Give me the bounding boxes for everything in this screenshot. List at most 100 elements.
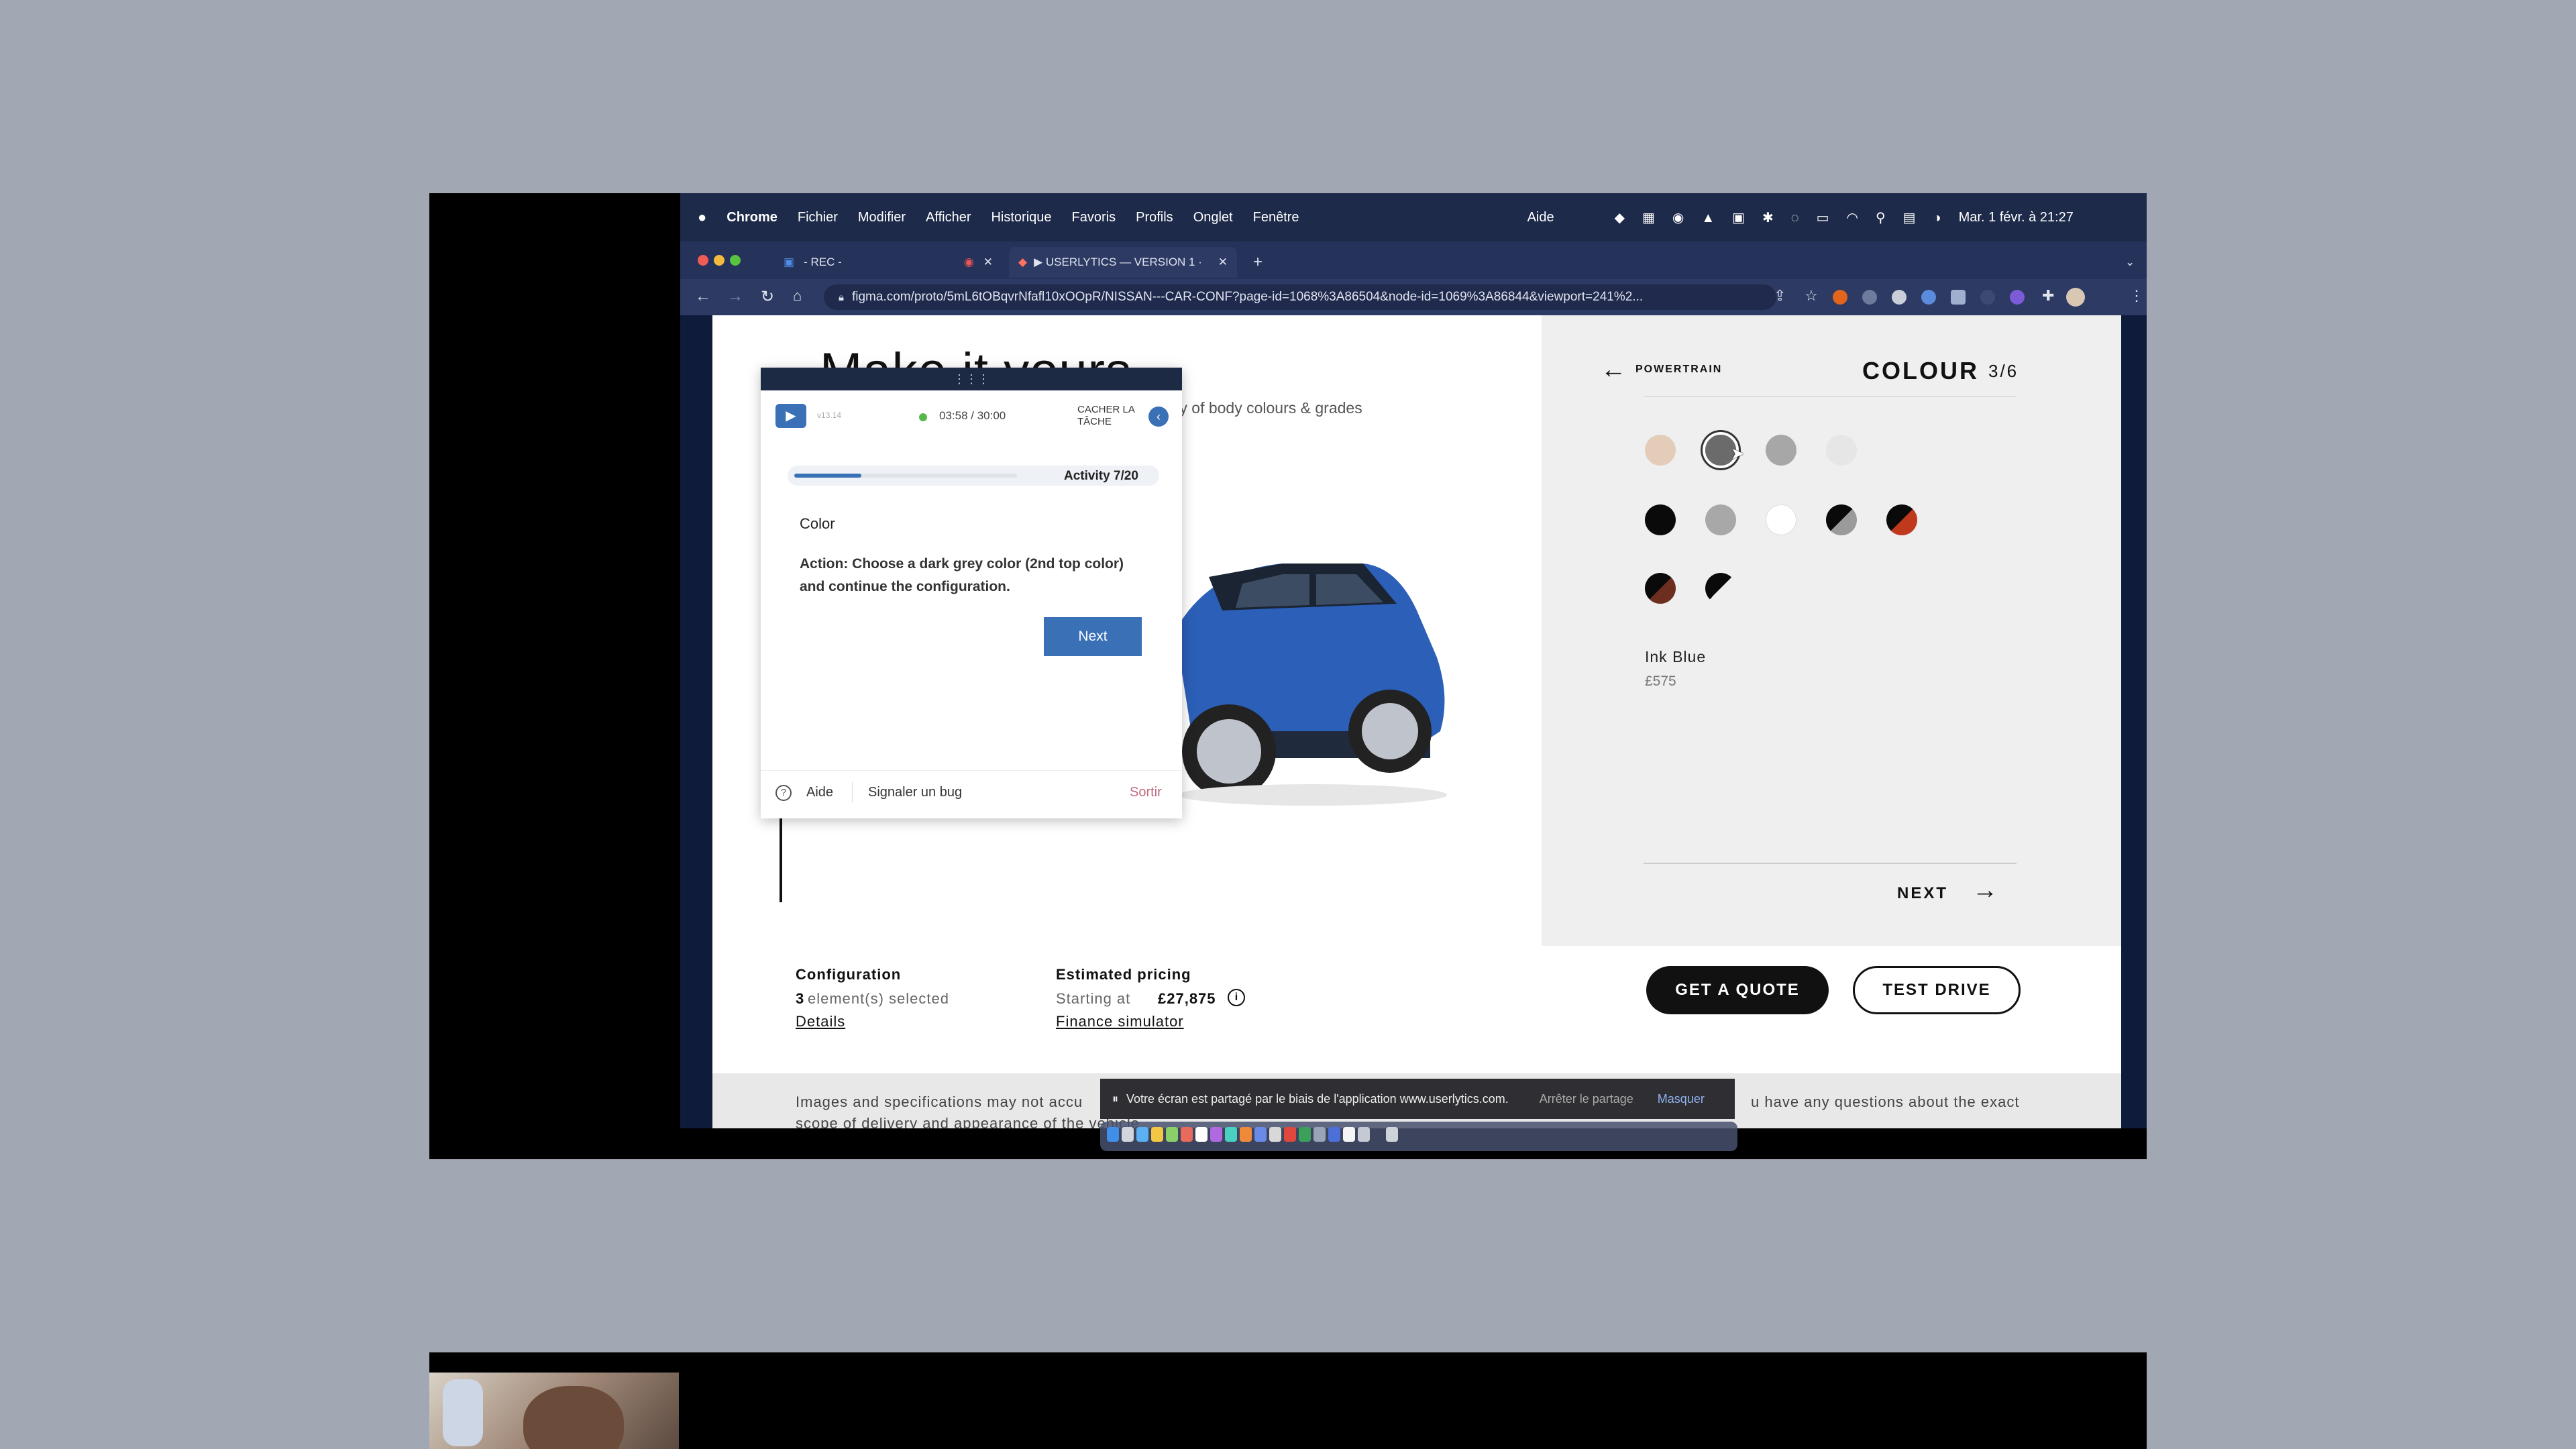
colour-swatch-white[interactable]	[1766, 504, 1796, 535]
puzzle-icon[interactable]: ✚	[2042, 287, 2054, 305]
extension-icon[interactable]	[1862, 290, 1877, 305]
back-arrow-icon[interactable]: ←	[1601, 356, 1626, 384]
task-panel: ⋮⋮⋮ ▶ v13.14 03:58 / 30:00 CACHER LA TÂC…	[761, 368, 1182, 818]
forward-icon[interactable]: →	[727, 287, 743, 306]
star-icon[interactable]: ☆	[1805, 287, 1818, 305]
colour-swatch-copper-black-two-tone[interactable]	[1645, 573, 1676, 604]
pricing-heading: Estimated pricing	[1056, 966, 1191, 983]
dock-app-icon[interactable]	[1343, 1127, 1355, 1142]
extension-icon[interactable]	[1980, 290, 1995, 305]
menu-fenetre[interactable]: Fenêtre	[1253, 210, 1299, 225]
home-icon[interactable]: ⌂	[793, 287, 802, 305]
menu-app-name[interactable]: Chrome	[727, 210, 777, 225]
get-a-quote-button[interactable]: GET A QUOTE	[1646, 966, 1829, 1014]
dock-app-icon[interactable]	[1136, 1127, 1148, 1142]
arrow-right-icon[interactable]: →	[1972, 876, 1998, 905]
dock-app-icon[interactable]	[1328, 1127, 1340, 1142]
extension-icon[interactable]	[1951, 290, 1966, 305]
extension-icon[interactable]	[1921, 290, 1936, 305]
menu-afficher[interactable]: Afficher	[926, 210, 971, 225]
dock-app-icon[interactable]	[1210, 1127, 1222, 1142]
tab-userlytics[interactable]: ◆ ▶ USERLYTICS — VERSION 1 · ✕	[1009, 247, 1237, 278]
trash-icon[interactable]	[1386, 1127, 1398, 1142]
dock-app-icon[interactable]	[1195, 1127, 1208, 1142]
exit-link[interactable]: Sortir	[1130, 785, 1162, 800]
colour-swatch-grey-black-two-tone[interactable]	[1826, 504, 1857, 535]
info-icon[interactable]: i	[1228, 989, 1245, 1006]
tab-list-button[interactable]: ⌄	[2116, 247, 2144, 278]
finance-simulator-link[interactable]: Finance simulator	[1056, 1013, 1184, 1030]
dock-app-icon[interactable]	[1299, 1127, 1311, 1142]
menubar-datetime: Mar. 1 févr. à 21:27	[1958, 209, 2074, 225]
new-tab-button[interactable]: +	[1244, 247, 1272, 278]
config-count-suffix: element(s) selected	[808, 990, 949, 1007]
dock-app-icon[interactable]	[1358, 1127, 1370, 1142]
report-bug-link[interactable]: Signaler un bug	[868, 785, 962, 800]
task-next-button[interactable]: Next	[1044, 617, 1142, 656]
help-icon[interactable]: ?	[775, 785, 792, 801]
dock-app-icon[interactable]	[1166, 1127, 1178, 1142]
window-minimize-button[interactable]	[714, 255, 724, 266]
dock-app-icon[interactable]	[1225, 1127, 1237, 1142]
browser-tab-bar: ▣ - REC - ◉ ✕ ◆ ▶ USERLYTICS — VERSION 1…	[680, 241, 2147, 279]
menu-profils[interactable]: Profils	[1136, 210, 1173, 225]
colour-swatch-beige[interactable]	[1645, 435, 1676, 466]
hide-task-label-2[interactable]: TÂCHE	[1077, 416, 1112, 427]
profile-avatar[interactable]	[2066, 288, 2085, 307]
menu-historique[interactable]: Historique	[991, 210, 1051, 225]
drag-handle[interactable]: ⋮⋮⋮	[761, 368, 1182, 390]
more-menu-icon[interactable]: ⋮	[2129, 287, 2144, 305]
share-icon[interactable]: ⇪	[1774, 287, 1786, 305]
dock-app-icon[interactable]	[1254, 1127, 1267, 1142]
window-maximize-button[interactable]	[730, 255, 741, 266]
selected-colour-name: Ink Blue	[1645, 648, 1707, 665]
menu-fichier[interactable]: Fichier	[798, 210, 838, 225]
reload-icon[interactable]: ↻	[761, 287, 774, 307]
close-icon[interactable]: ✕	[1218, 256, 1228, 269]
colour-swatch-black[interactable]	[1645, 504, 1676, 535]
help-link[interactable]: Aide	[806, 785, 833, 800]
address-bar[interactable]: 🔒︎ figma.com/proto/5mL6tOBqvrNfafl10xOOp…	[824, 284, 1776, 310]
dock-app-icon[interactable]	[1122, 1127, 1134, 1142]
menu-favoris[interactable]: Favoris	[1072, 210, 1116, 225]
test-drive-button[interactable]: TEST DRIVE	[1853, 966, 2021, 1014]
version-label: v13.14	[817, 411, 842, 420]
collapse-icon[interactable]: ‹	[1148, 407, 1169, 427]
apple-icon[interactable]: ●	[698, 209, 706, 226]
play-icon[interactable]: ▶	[775, 404, 806, 428]
extension-icon[interactable]	[1892, 290, 1907, 305]
powertrain-back-link[interactable]: POWERTRAIN	[1635, 364, 1722, 376]
window-close-button[interactable]	[698, 255, 708, 266]
close-icon[interactable]: ✕	[983, 256, 993, 269]
colour-swatch-white-black-two-tone[interactable]	[1705, 573, 1736, 604]
dock-app-icon[interactable]	[1107, 1127, 1119, 1142]
disclaimer-text-right: u have any questions about the exact	[1751, 1093, 2020, 1110]
colour-swatch-red-black-two-tone[interactable]	[1886, 504, 1917, 535]
dock-app-icon[interactable]	[1284, 1127, 1296, 1142]
dock-app-icon[interactable]	[1240, 1127, 1252, 1142]
dock-app-icon[interactable]	[1269, 1127, 1281, 1142]
tab-rec[interactable]: ▣ - REC - ◉ ✕	[774, 247, 1002, 278]
url-text: figma.com/proto/5mL6tOBqvrNfafl10xOOpR/N…	[851, 290, 1644, 304]
stop-sharing-button[interactable]: Arrêter le partage	[1540, 1092, 1633, 1106]
colour-swatch-grey[interactable]	[1766, 435, 1796, 466]
back-icon[interactable]: ←	[695, 287, 711, 306]
config-count: 3	[796, 990, 804, 1007]
hide-share-bar-button[interactable]: Masquer	[1658, 1092, 1705, 1106]
menu-modifier[interactable]: Modifier	[858, 210, 906, 225]
dock-app-icon[interactable]	[1181, 1127, 1193, 1142]
colour-swatch-silver[interactable]	[1705, 504, 1736, 535]
webcam-feed-bottom	[429, 1373, 679, 1449]
hide-task-label-1[interactable]: CACHER LA	[1077, 404, 1135, 415]
screen-share-bar: ⏸ Votre écran est partagé par le biais d…	[1100, 1079, 1735, 1119]
next-link[interactable]: NEXT	[1897, 884, 1948, 903]
dock-app-icon[interactable]	[1313, 1127, 1326, 1142]
extension-icon[interactable]	[2010, 290, 2025, 305]
menu-onglet[interactable]: Onglet	[1193, 210, 1233, 225]
details-link[interactable]: Details	[796, 1013, 845, 1030]
pricing-value: £27,875	[1158, 990, 1216, 1007]
extension-icon[interactable]	[1833, 290, 1847, 305]
menu-aide[interactable]: Aide	[1527, 210, 1554, 225]
colour-swatch-light-grey[interactable]	[1826, 435, 1857, 466]
dock-app-icon[interactable]	[1151, 1127, 1163, 1142]
